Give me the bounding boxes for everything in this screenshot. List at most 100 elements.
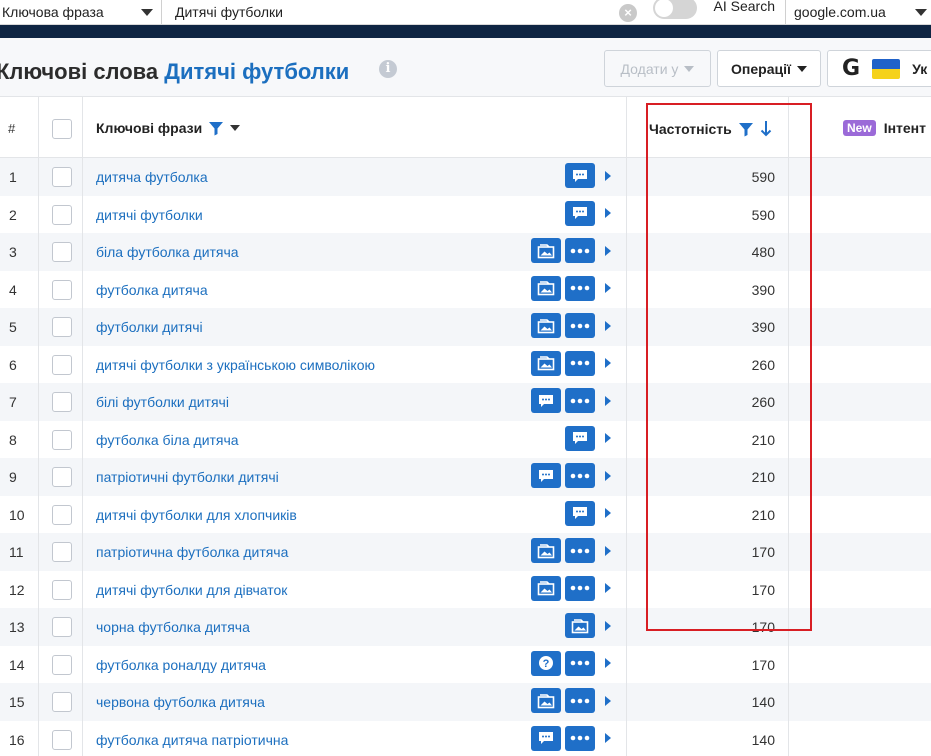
serp-features [531, 688, 611, 713]
chat-serp-icon[interactable] [565, 163, 595, 188]
row-checkbox[interactable] [52, 579, 72, 600]
search-type-select[interactable]: Ключова фраза [0, 0, 162, 24]
more-features-icon[interactable] [565, 688, 595, 713]
expand-arrow-icon[interactable] [605, 583, 611, 593]
ai-search-toggle[interactable] [653, 0, 697, 19]
expand-arrow-icon[interactable] [605, 545, 611, 556]
chat-serp-icon[interactable] [531, 725, 561, 751]
more-features-icon[interactable] [565, 650, 595, 676]
sort-down-icon[interactable] [760, 120, 772, 138]
search-input[interactable]: Дитячі футболки × AI Search [162, 0, 785, 24]
col-intent-header[interactable]: New Інтент [843, 120, 926, 136]
database-select[interactable]: google.com.ua [785, 0, 931, 24]
expand-arrow-icon[interactable] [605, 433, 611, 443]
more-features-icon[interactable] [565, 238, 595, 263]
keyword-link[interactable]: дитячі футболки для дівчаток [96, 582, 287, 598]
keyword-link[interactable]: футболка дитяча [96, 282, 208, 298]
image-serp-icon[interactable] [565, 613, 595, 638]
keyword-link[interactable]: футболка біла дитяча [96, 432, 239, 448]
chat-serp-icon[interactable] [531, 388, 561, 413]
col-keywords-header[interactable]: Ключові фрази [96, 120, 241, 136]
image-serp-icon[interactable] [531, 575, 561, 601]
row-checkbox[interactable] [52, 392, 72, 412]
row-checkbox[interactable] [52, 654, 72, 675]
image-serp-icon[interactable] [531, 350, 561, 376]
frequency-value: 590 [751, 206, 775, 223]
chat-serp-icon[interactable] [565, 500, 595, 526]
row-checkbox[interactable] [52, 692, 72, 712]
operations-button[interactable]: Операції [717, 50, 821, 87]
add-to-button[interactable]: Додати у [604, 50, 711, 87]
col-frequency-header[interactable]: Частотність [649, 120, 772, 138]
chat-serp-icon[interactable] [565, 425, 595, 451]
title-keyword: Дитячі футболки [164, 59, 350, 84]
more-features-icon[interactable] [565, 463, 595, 488]
expand-arrow-icon[interactable] [605, 658, 611, 668]
row-checkbox[interactable] [52, 204, 72, 225]
more-features-icon[interactable] [565, 538, 595, 563]
expand-arrow-icon[interactable] [605, 320, 611, 331]
row-checkbox[interactable] [52, 617, 72, 637]
keyword-link[interactable]: дитяча футболка [96, 169, 208, 185]
keyword-link[interactable]: патріотична футболка дитяча [96, 544, 288, 560]
keyword-link[interactable]: патріотичні футболки дитячі [96, 469, 279, 485]
image-serp-icon[interactable] [531, 688, 561, 713]
row-checkbox[interactable] [52, 542, 72, 562]
expand-arrow-icon[interactable] [605, 208, 611, 218]
column-divider [788, 96, 789, 756]
row-checkbox[interactable] [52, 242, 72, 262]
title-prefix: Ключові слова [0, 59, 159, 84]
expand-arrow-icon[interactable] [605, 245, 611, 256]
select-all-checkbox[interactable] [52, 119, 72, 139]
chat-serp-icon[interactable] [531, 463, 561, 488]
expand-arrow-icon[interactable] [605, 695, 611, 706]
expand-arrow-icon[interactable] [605, 358, 611, 368]
keyword-link[interactable]: футболка дитяча патріотична [96, 732, 288, 748]
chat-serp-icon[interactable] [565, 200, 595, 226]
expand-arrow-icon[interactable] [605, 470, 611, 481]
expand-arrow-icon[interactable] [605, 508, 611, 518]
expand-arrow-icon[interactable] [605, 395, 611, 406]
question-serp-icon[interactable]: ? [531, 650, 561, 676]
frequency-value: 590 [751, 169, 775, 185]
image-serp-icon[interactable] [531, 238, 561, 263]
more-features-icon[interactable] [565, 313, 595, 338]
expand-arrow-icon[interactable] [605, 620, 611, 631]
google-country-button[interactable]: G Ук [827, 50, 931, 87]
row-checkbox[interactable] [52, 167, 72, 187]
keyword-link[interactable]: червона футболка дитяча [96, 694, 265, 710]
filter-icon[interactable] [738, 121, 754, 137]
keyword-link[interactable]: білі футболки дитячі [96, 394, 229, 410]
keyword-link[interactable]: футболка роналду дитяча [96, 657, 266, 673]
image-serp-icon[interactable] [531, 313, 561, 338]
keyword-link[interactable]: дитячі футболки [96, 207, 203, 223]
more-features-icon[interactable] [565, 388, 595, 413]
info-icon[interactable]: i [379, 60, 397, 78]
row-checkbox[interactable] [52, 317, 72, 337]
row-checkbox[interactable] [52, 354, 72, 375]
chevron-down-icon[interactable] [230, 125, 241, 131]
row-checkbox[interactable] [52, 504, 72, 525]
clear-icon[interactable]: × [619, 4, 637, 22]
more-features-icon[interactable] [565, 275, 595, 301]
more-features-icon[interactable] [565, 575, 595, 601]
row-checkbox[interactable] [52, 429, 72, 450]
expand-arrow-icon[interactable] [605, 283, 611, 293]
table-row: 2 дитячі футболки 590 [0, 196, 931, 234]
row-checkbox[interactable] [52, 729, 72, 750]
more-features-icon[interactable] [565, 725, 595, 751]
keyword-link[interactable]: біла футболка дитяча [96, 244, 239, 260]
keyword-link[interactable]: дитячі футболки з українською символікою [96, 357, 375, 373]
filter-icon[interactable] [208, 120, 224, 136]
image-serp-icon[interactable] [531, 538, 561, 563]
search-bar: Ключова фраза Дитячі футболки × AI Searc… [0, 0, 931, 25]
expand-arrow-icon[interactable] [605, 733, 611, 743]
keyword-link[interactable]: дитячі футболки для хлопчиків [96, 507, 297, 523]
row-checkbox[interactable] [52, 467, 72, 487]
more-features-icon[interactable] [565, 350, 595, 376]
expand-arrow-icon[interactable] [605, 170, 611, 181]
keyword-link[interactable]: чорна футболка дитяча [96, 619, 250, 635]
row-checkbox[interactable] [52, 279, 72, 300]
image-serp-icon[interactable] [531, 275, 561, 301]
keyword-link[interactable]: футболки дитячі [96, 319, 203, 335]
